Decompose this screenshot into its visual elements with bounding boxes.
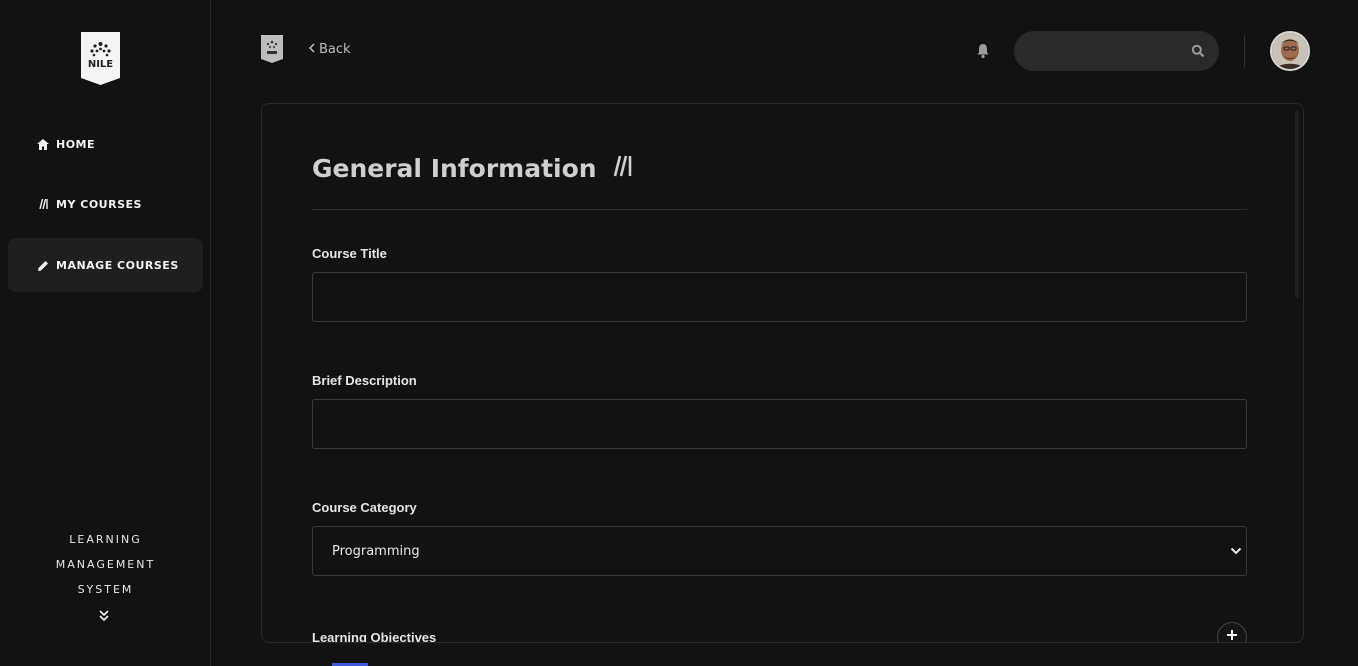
sidebar-item-manage-courses[interactable]: MANAGE COURSES [8, 238, 203, 292]
brief-description-field [312, 399, 1247, 449]
page-title: General Information [312, 154, 633, 183]
brand-line-3: SYSTEM [77, 583, 134, 596]
header-logo [260, 34, 284, 64]
plus-icon [1226, 628, 1238, 642]
sidebar-item-my-courses[interactable]: MY COURSES [8, 177, 203, 231]
course-title-input[interactable] [313, 273, 1246, 321]
user-avatar[interactable] [1270, 31, 1310, 71]
chevrons-down-icon[interactable] [97, 609, 111, 623]
home-icon [36, 137, 50, 151]
brand-line-1: LEARNING [69, 533, 142, 546]
title-divider [312, 209, 1247, 210]
search-input[interactable] [1014, 31, 1184, 71]
brief-description-input[interactable] [313, 400, 1246, 448]
course-title-field [312, 272, 1247, 322]
nile-logo[interactable]: NILE [79, 30, 122, 86]
header-divider [1244, 35, 1245, 67]
course-category-value: Programming [332, 543, 420, 559]
brief-description-label: Brief Description [312, 373, 417, 388]
books-icon [36, 197, 50, 211]
course-category-label: Course Category [312, 500, 417, 515]
sidebar: NILE HOME MY COURSES MANAGE COURSES LEAR… [0, 0, 211, 666]
books-icon [613, 154, 633, 183]
pencil-icon [36, 258, 50, 272]
general-information-card: General Information Course Title Brief D… [261, 103, 1304, 643]
bell-icon[interactable] [976, 43, 990, 59]
card-scrollbar[interactable] [1295, 110, 1299, 298]
course-title-label: Course Title [312, 246, 387, 261]
search-box [1014, 31, 1219, 71]
course-category-select[interactable]: Programming [312, 526, 1247, 576]
brand-line-2: MANAGEMENT [55, 558, 156, 571]
back-label: Back [319, 42, 351, 57]
sidebar-item-home[interactable]: HOME [8, 117, 203, 171]
sidebar-item-label: MANAGE COURSES [56, 258, 179, 272]
back-button[interactable]: Back [308, 42, 351, 57]
chevron-left-icon [308, 42, 315, 57]
add-objective-button[interactable] [1217, 622, 1247, 642]
sidebar-item-label: HOME [56, 137, 96, 151]
sidebar-item-label: MY COURSES [56, 197, 142, 211]
search-icon[interactable] [1191, 44, 1205, 58]
logo-text: NILE [88, 59, 113, 70]
chevron-down-icon [1230, 544, 1242, 559]
page-title-text: General Information [312, 154, 597, 183]
learning-objectives-label: Learning Objectives [312, 630, 437, 643]
